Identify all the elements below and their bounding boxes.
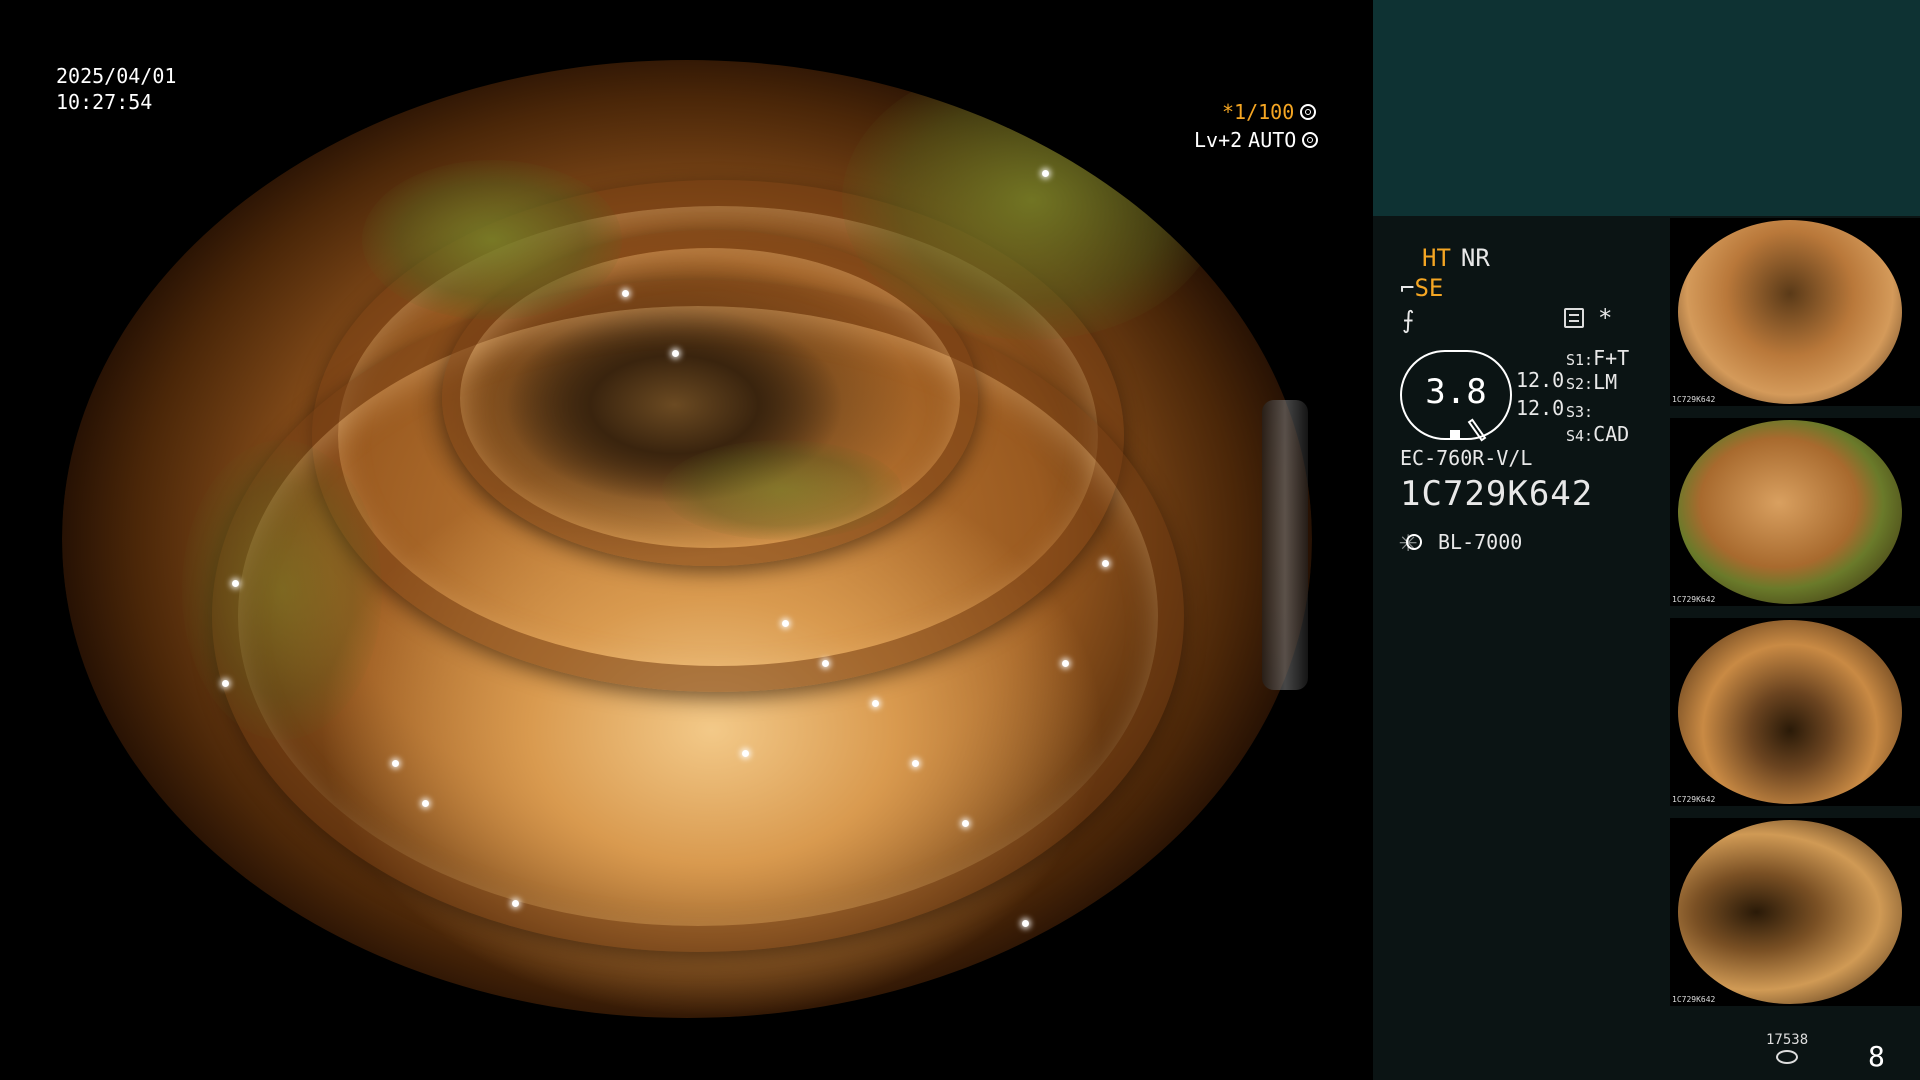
thumbnail-3[interactable]: 1C729K642 bbox=[1670, 618, 1920, 806]
gauge-bar-icon bbox=[1450, 430, 1460, 438]
se-row: ⌐ SE bbox=[1400, 274, 1443, 302]
switch-s3: S3: bbox=[1566, 403, 1594, 421]
thumbnail-2[interactable]: 1C729K642 bbox=[1670, 418, 1920, 606]
date-text: 2025/04/01 bbox=[56, 64, 177, 88]
mode-nr: NR bbox=[1460, 244, 1490, 272]
switch-s2: S2:LM bbox=[1566, 370, 1618, 394]
iris-indicator: Lv+2 AUTO bbox=[1194, 126, 1319, 154]
scope-model: EC-760R-V/L bbox=[1400, 446, 1533, 470]
time-text: 10:27:54 bbox=[56, 90, 153, 114]
switch-s1: S1:F+T bbox=[1566, 346, 1630, 370]
shutter-value: *1/100 bbox=[1222, 100, 1295, 124]
zoom-icon: ⨍ bbox=[1402, 306, 1415, 334]
switch-s4: S4:CAD bbox=[1566, 422, 1630, 446]
image-count: 8 bbox=[1868, 1040, 1885, 1073]
light-source-icon bbox=[1399, 524, 1422, 560]
light-source-row: BL-7000 bbox=[1399, 524, 1523, 560]
gain-value-2: 12.0 bbox=[1516, 396, 1565, 420]
gauge-value: 3.8 bbox=[1425, 372, 1487, 412]
scope-serial: 1C729K642 bbox=[1400, 474, 1594, 514]
light-source-label: BL-7000 bbox=[1438, 530, 1523, 554]
storage-count: 17538 bbox=[1766, 1032, 1809, 1048]
iris-level: Lv+2 bbox=[1194, 128, 1243, 152]
endoscope-live-view bbox=[62, 60, 1312, 1018]
asterisk-mark: * bbox=[1598, 304, 1613, 332]
shutter-indicator: *1/100 bbox=[1222, 98, 1317, 126]
scope-rim bbox=[1262, 400, 1308, 690]
iris-icon bbox=[1302, 132, 1319, 148]
mode-ht: HT bbox=[1422, 244, 1451, 272]
thumbnail-label: 1C729K642 bbox=[1672, 995, 1716, 1004]
image-mode-row: HT NR bbox=[1422, 244, 1490, 272]
thumbnail-label: 1C729K642 bbox=[1672, 795, 1716, 804]
iris-mode: AUTO bbox=[1248, 128, 1297, 152]
gain-value-1: 12.0 bbox=[1516, 368, 1565, 392]
storage-disk-icon bbox=[1776, 1050, 1798, 1064]
shutter-icon bbox=[1300, 104, 1317, 120]
structure-enhance-icon: ⌐ bbox=[1400, 274, 1415, 302]
thumbnail-4[interactable]: 1C729K642 bbox=[1670, 818, 1920, 1006]
thumbnail-label: 1C729K642 bbox=[1672, 595, 1716, 604]
top-panel bbox=[1373, 0, 1920, 216]
thumbnail-1[interactable]: 1C729K642 bbox=[1670, 218, 1920, 406]
document-icon bbox=[1564, 308, 1584, 328]
thumbnail-label: 1C729K642 bbox=[1672, 395, 1716, 404]
se-label: SE bbox=[1414, 274, 1444, 302]
